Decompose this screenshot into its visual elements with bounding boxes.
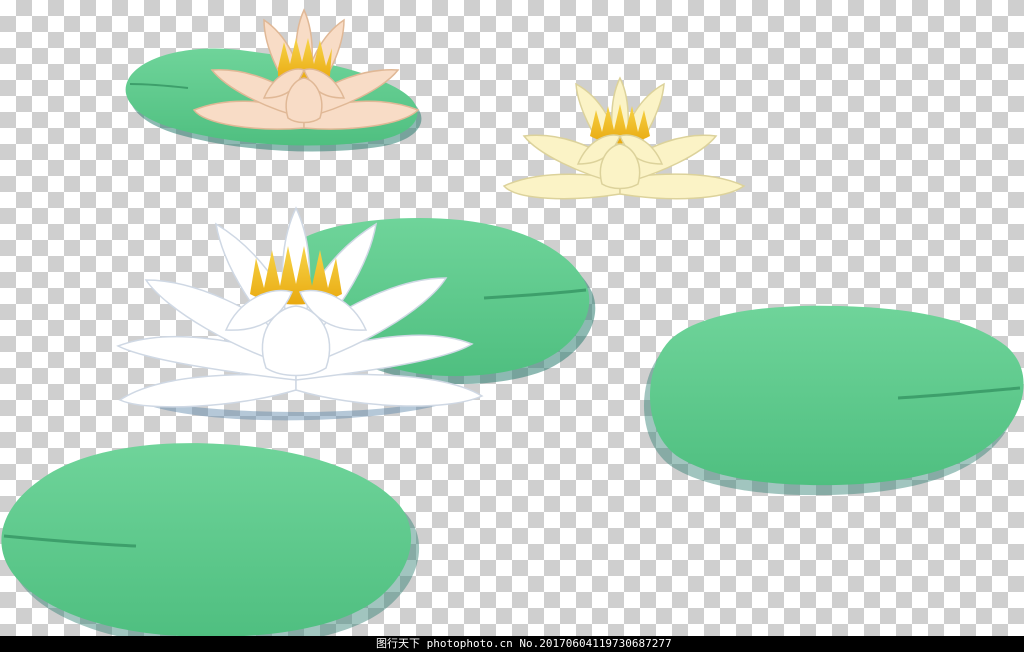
cream-water-lily <box>502 76 746 200</box>
watermark-photo-label: photophoto.cn <box>426 637 513 650</box>
watermark-id: No.20170604119730687277 <box>519 637 672 650</box>
peach-water-lily <box>192 8 420 130</box>
watermark-site-label: 图行天下 <box>376 637 420 650</box>
watermark-text: 图行天下 photophoto.cn No.201706041197306872… <box>376 636 672 652</box>
lily-pad-bottom-left <box>1 443 420 636</box>
lily-pad-right <box>643 305 1024 496</box>
watermark-bar: 图行天下 photophoto.cn No.201706041197306872… <box>0 636 1024 652</box>
water-lily-illustration <box>1 8 1024 636</box>
